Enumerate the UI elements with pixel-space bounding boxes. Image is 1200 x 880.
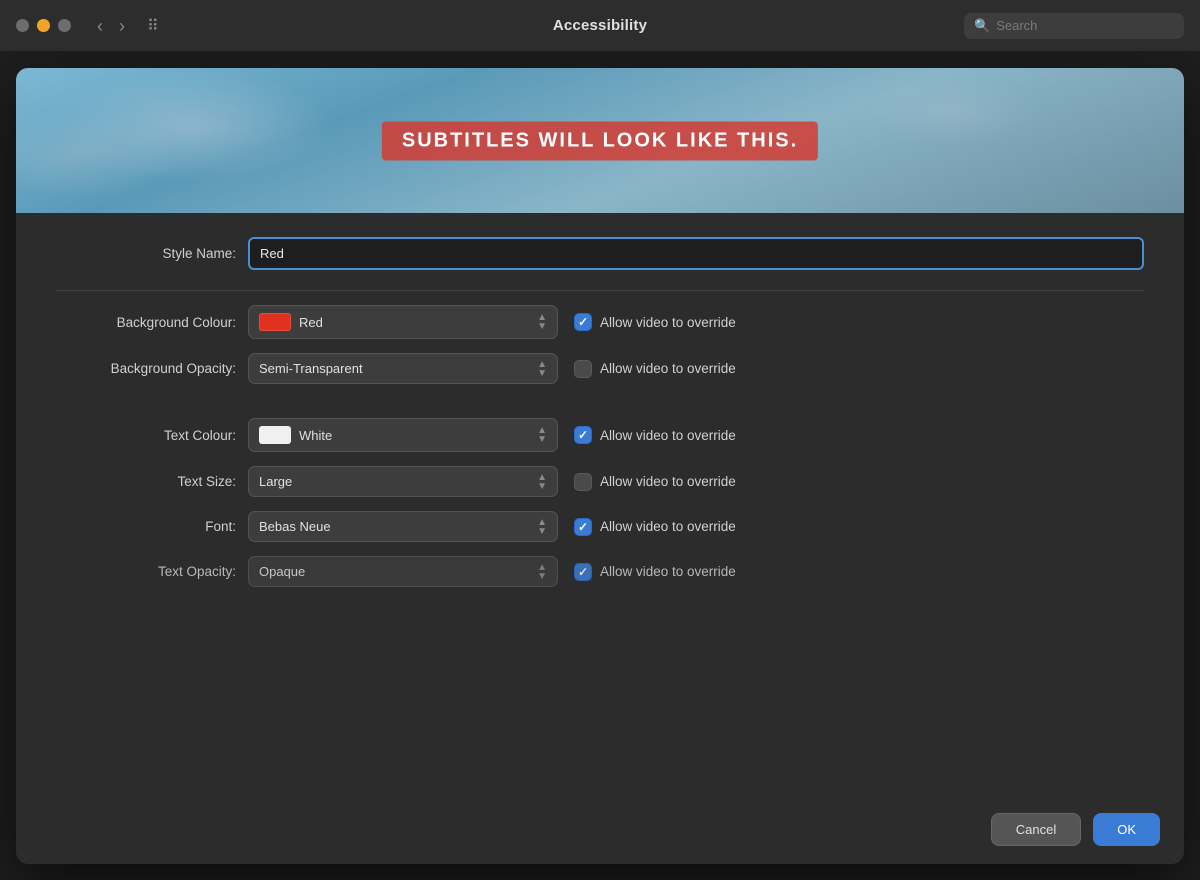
bg-colour-swatch: [259, 313, 291, 331]
search-input[interactable]: [996, 18, 1174, 33]
search-icon: 🔍: [974, 18, 990, 34]
text-size-row: Text Size: Large ▲▼ Allow video to overr…: [56, 466, 1144, 497]
bg-opacity-row: Background Opacity: Semi-Transparent ▲▼ …: [56, 353, 1144, 384]
font-row: Font: Bebas Neue ▲▼ Allow video to overr…: [56, 511, 1144, 542]
divider-1: [56, 290, 1144, 291]
nav-arrows: ‹ ›: [91, 15, 131, 37]
text-opacity-select-wrapper: Opaque ▲▼: [248, 556, 558, 587]
minimize-button[interactable]: [37, 19, 50, 32]
text-size-override: Allow video to override: [574, 473, 736, 491]
bg-colour-select-wrapper: Red ▲▼: [248, 305, 558, 339]
preview-area: SUBTITLES WILL LOOK LIKE THIS.: [16, 68, 1184, 213]
bg-opacity-select[interactable]: Semi-Transparent ▲▼: [248, 353, 558, 384]
bg-colour-select[interactable]: Red ▲▼: [248, 305, 558, 339]
style-name-row: Style Name:: [56, 237, 1144, 270]
search-box: 🔍: [964, 13, 1184, 39]
font-label: Font:: [56, 519, 236, 534]
text-colour-row: Text Colour: White ▲▼ Allow vide: [56, 418, 1144, 452]
bg-colour-label: Background Colour:: [56, 315, 236, 330]
font-value: Bebas Neue: [259, 519, 331, 534]
text-opacity-label: Text Opacity:: [56, 564, 236, 579]
text-opacity-override: Allow video to override: [574, 563, 736, 581]
font-override-checkbox[interactable]: [574, 518, 592, 536]
bg-opacity-override-checkbox[interactable]: [574, 360, 592, 378]
text-colour-select[interactable]: White ▲▼: [248, 418, 558, 452]
bg-opacity-control: Semi-Transparent ▲▼ Allow video to overr…: [248, 353, 1144, 384]
subtitle-preview: SUBTITLES WILL LOOK LIKE THIS.: [382, 121, 818, 160]
close-button[interactable]: [16, 19, 29, 32]
bg-colour-control: Red ▲▼ Allow video to override: [248, 305, 1144, 339]
bg-opacity-label: Background Opacity:: [56, 361, 236, 376]
text-opacity-override-label: Allow video to override: [600, 564, 736, 579]
text-size-control: Large ▲▼ Allow video to override: [248, 466, 1144, 497]
traffic-lights: [16, 19, 71, 32]
form-area: Style Name: Background Colour: Red ▲▼: [16, 213, 1184, 799]
button-bar: Cancel OK: [16, 799, 1184, 864]
main-content: SUBTITLES WILL LOOK LIKE THIS. Style Nam…: [0, 52, 1200, 880]
text-colour-select-wrapper: White ▲▼: [248, 418, 558, 452]
bg-opacity-override-label: Allow video to override: [600, 361, 736, 376]
select-arrow-icon-6: ▲▼: [537, 564, 547, 580]
text-opacity-control: Opaque ▲▼ Allow video to override: [248, 556, 1144, 587]
dialog: SUBTITLES WILL LOOK LIKE THIS. Style Nam…: [16, 68, 1184, 864]
cancel-button[interactable]: Cancel: [991, 813, 1081, 846]
bg-colour-override-label: Allow video to override: [600, 315, 736, 330]
text-size-label: Text Size:: [56, 474, 236, 489]
select-arrow-icon-5: ▲▼: [537, 519, 547, 535]
style-name-input[interactable]: [248, 237, 1144, 270]
text-size-override-checkbox[interactable]: [574, 473, 592, 491]
font-select[interactable]: Bebas Neue ▲▼: [248, 511, 558, 542]
forward-button[interactable]: ›: [113, 15, 131, 37]
text-colour-swatch: [259, 426, 291, 444]
text-opacity-select[interactable]: Opaque ▲▼: [248, 556, 558, 587]
text-size-select-wrapper: Large ▲▼: [248, 466, 558, 497]
font-override: Allow video to override: [574, 518, 736, 536]
text-size-value: Large: [259, 474, 292, 489]
text-colour-override-checkbox[interactable]: [574, 426, 592, 444]
bg-colour-row: Background Colour: Red ▲▼ Allow: [56, 305, 1144, 339]
font-override-label: Allow video to override: [600, 519, 736, 534]
select-arrow-icon-2: ▲▼: [537, 361, 547, 377]
select-arrow-icon-4: ▲▼: [537, 474, 547, 490]
text-size-select[interactable]: Large ▲▼: [248, 466, 558, 497]
text-opacity-row: Text Opacity: Opaque ▲▼ Allow video to o…: [56, 556, 1144, 587]
titlebar-title: Accessibility: [553, 17, 647, 34]
font-select-wrapper: Bebas Neue ▲▼: [248, 511, 558, 542]
text-colour-override-label: Allow video to override: [600, 428, 736, 443]
text-size-override-label: Allow video to override: [600, 474, 736, 489]
style-name-control: [248, 237, 1144, 270]
text-opacity-override-checkbox[interactable]: [574, 563, 592, 581]
select-arrow-icon-3: ▲▼: [537, 427, 547, 443]
bg-opacity-override: Allow video to override: [574, 360, 736, 378]
text-colour-label: Text Colour:: [56, 428, 236, 443]
grid-icon[interactable]: ⠿: [147, 16, 159, 36]
bg-colour-override: Allow video to override: [574, 313, 736, 331]
style-name-label: Style Name:: [56, 246, 236, 261]
text-colour-override: Allow video to override: [574, 426, 736, 444]
text-colour-control: White ▲▼ Allow video to override: [248, 418, 1144, 452]
section-gap-1: [56, 398, 1144, 418]
titlebar: ‹ › ⠿ Accessibility 🔍: [0, 0, 1200, 52]
bg-opacity-value: Semi-Transparent: [259, 361, 363, 376]
text-opacity-value: Opaque: [259, 564, 305, 579]
ok-button[interactable]: OK: [1093, 813, 1160, 846]
bg-colour-override-checkbox[interactable]: [574, 313, 592, 331]
back-button[interactable]: ‹: [91, 15, 109, 37]
font-control: Bebas Neue ▲▼ Allow video to override: [248, 511, 1144, 542]
select-arrow-icon: ▲▼: [537, 314, 547, 330]
bg-opacity-select-wrapper: Semi-Transparent ▲▼: [248, 353, 558, 384]
text-colour-value: White: [299, 428, 332, 443]
bg-colour-value: Red: [299, 315, 323, 330]
maximize-button[interactable]: [58, 19, 71, 32]
